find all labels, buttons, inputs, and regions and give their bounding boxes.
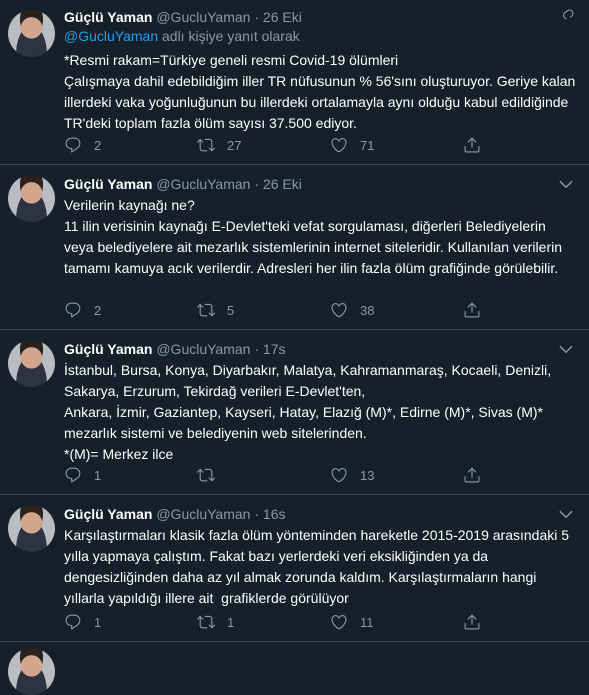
reply-icon (65, 614, 81, 630)
reply-button[interactable]: 1 (64, 613, 197, 631)
heart-icon (331, 138, 347, 153)
like-count: 13 (360, 467, 375, 483)
avatar[interactable] (8, 648, 55, 695)
heart-icon (331, 468, 347, 483)
retweet-button[interactable] (197, 466, 330, 484)
tweet[interactable]: Güçlü Yaman @GucluYaman · 16s Karşılaştı… (0, 495, 589, 642)
tweet-text: *Resmi rakam=Türkiye geneli resmi Covid-… (64, 52, 576, 131)
heart-icon (331, 615, 347, 630)
tweet[interactable]: Güçlü Yaman @GucluYaman · 26 Eki Veriler… (0, 165, 589, 330)
heart-icon (331, 303, 347, 318)
like-count: 38 (360, 302, 375, 318)
reply-button[interactable]: 1 (64, 466, 197, 484)
separator: · (254, 506, 260, 522)
like-button[interactable]: 13 (330, 466, 463, 484)
timestamp[interactable]: 26 Eki (263, 9, 302, 25)
author-handle[interactable]: @GucluYaman (156, 341, 250, 357)
avatar[interactable] (8, 175, 55, 222)
like-count: 71 (360, 137, 375, 153)
retweet-count: 1 (227, 614, 235, 630)
tweet-text: Verilerin kaynağı ne? 11 ilin verisinin … (64, 197, 562, 276)
author-handle[interactable]: @GucluYaman (156, 176, 250, 192)
reply-icon (65, 302, 81, 318)
share-button[interactable] (463, 466, 493, 484)
retweet-icon (197, 138, 215, 152)
retweet-button[interactable]: 1 (197, 613, 330, 631)
retweet-button[interactable]: 5 (197, 301, 330, 319)
author-name[interactable]: Güçlü Yaman (64, 176, 152, 192)
retweet-count: 5 (227, 302, 235, 318)
tweet-actions: 2 5 38 (64, 300, 504, 320)
share-button[interactable] (463, 136, 493, 154)
share-button[interactable] (463, 301, 493, 319)
author-name[interactable]: Güçlü Yaman (64, 341, 152, 357)
reply-icon (65, 467, 81, 483)
retweet-icon (197, 303, 215, 317)
reply-to-link[interactable]: @GucluYaman (64, 28, 158, 44)
timestamp[interactable]: 16s (263, 506, 286, 522)
author-name[interactable]: Güçlü Yaman (64, 9, 152, 25)
like-button[interactable]: 11 (330, 613, 463, 631)
separator: · (254, 9, 260, 25)
avatar[interactable] (8, 340, 55, 387)
avatar[interactable] (8, 505, 55, 552)
share-icon (464, 302, 480, 318)
like-button[interactable]: 38 (330, 301, 463, 319)
retweet-button[interactable]: 27 (197, 136, 330, 154)
tweet-actions: 1 1 11 (64, 612, 504, 632)
tweet[interactable]: Güçlü Yaman @GucluYaman · 17s İstanbul, … (0, 330, 589, 495)
share-icon (464, 137, 480, 153)
tweet-text: Karşılaştırmaları klasik fazla ölüm yönt… (64, 527, 573, 606)
reply-button[interactable]: 2 (64, 301, 197, 319)
reply-icon (65, 137, 81, 153)
reply-count: 1 (94, 614, 102, 630)
share-icon (464, 467, 480, 483)
tweet-actions: 1 13 (64, 465, 504, 485)
separator: · (254, 176, 260, 192)
tweet[interactable]: Güçlü Yaman @GucluYaman · 26 Eki @GucluY… (0, 0, 589, 165)
reply-count: 2 (94, 302, 102, 318)
reply-count: 2 (94, 137, 102, 153)
tweet-text: İstanbul, Bursa, Konya, Diyarbakır, Mala… (64, 362, 552, 462)
retweet-icon (197, 468, 215, 482)
separator: · (254, 341, 260, 357)
like-count: 11 (360, 614, 374, 630)
share-icon (464, 614, 480, 630)
reply-to-suffix: adlı kişiye yanıt olarak (162, 28, 300, 44)
avatar[interactable] (8, 10, 55, 57)
retweet-count: 27 (227, 137, 242, 153)
tweet-actions: 2 27 71 (64, 135, 504, 155)
author-handle[interactable]: @GucluYaman (156, 506, 250, 522)
like-button[interactable]: 71 (330, 136, 463, 154)
retweet-icon (197, 615, 215, 629)
reply-count: 1 (94, 467, 102, 483)
reply-context: @GucluYaman adlı kişiye yanıt olarak (64, 27, 577, 46)
author-handle[interactable]: @GucluYaman (156, 9, 250, 25)
timestamp[interactable]: 26 Eki (263, 176, 302, 192)
author-name[interactable]: Güçlü Yaman (64, 506, 152, 522)
timestamp[interactable]: 17s (263, 341, 286, 357)
share-button[interactable] (463, 613, 493, 631)
reply-button[interactable]: 2 (64, 136, 197, 154)
